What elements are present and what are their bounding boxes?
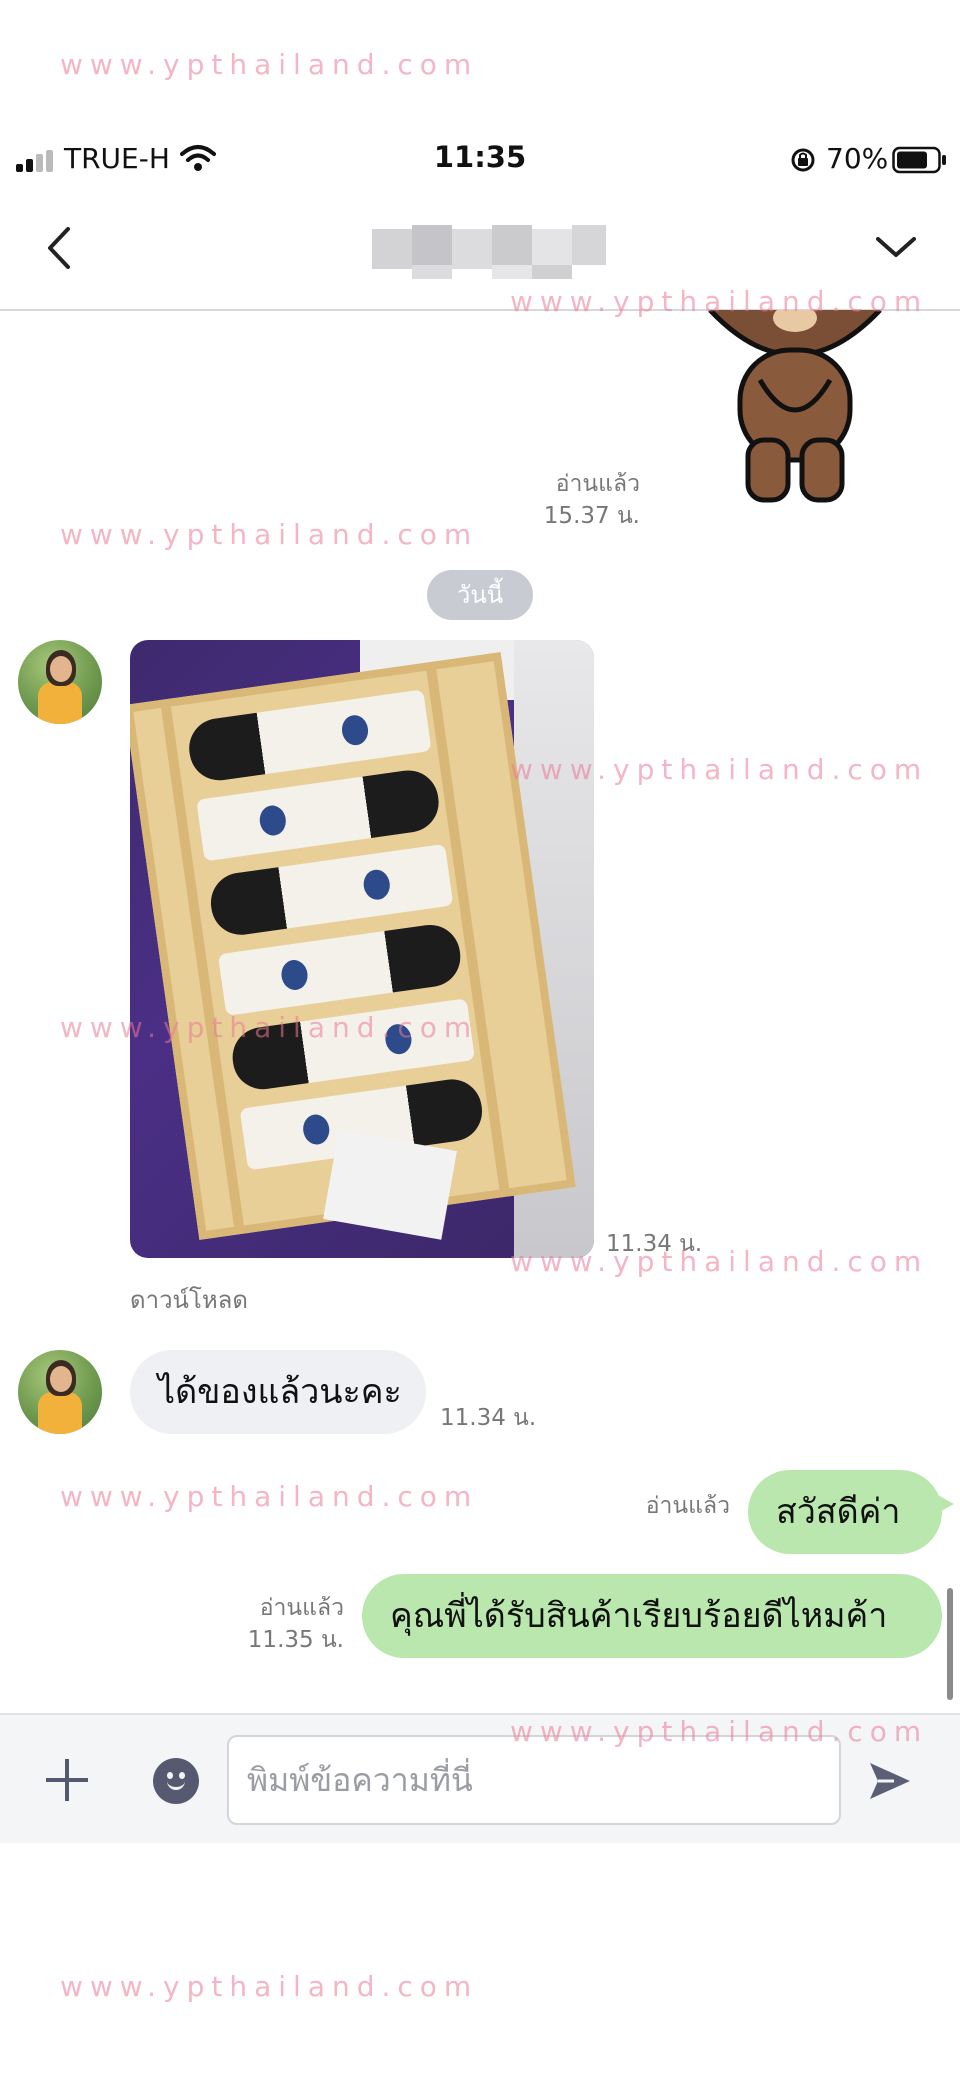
incoming-message-bubble[interactable]: ได้ของแล้วนะคะ [130, 1350, 426, 1434]
scrollbar[interactable] [947, 1588, 953, 1700]
message-input-bar [0, 1713, 960, 1843]
contact-avatar[interactable] [18, 640, 102, 724]
photo-timestamp: 11.34 น. [606, 1231, 703, 1257]
outgoing-timestamp: 11.35 น. [247, 1627, 344, 1653]
chat-name-redacted [372, 221, 606, 279]
status-bar: TRUE-H 11:35 70% [0, 130, 960, 190]
outgoing-read-receipt: อ่านแล้ว [645, 1493, 730, 1519]
sticker-timestamp: 15.37 น. [543, 503, 640, 529]
battery-icon [892, 146, 946, 174]
incoming-timestamp: 11.34 น. [440, 1405, 537, 1431]
read-label: อ่านแล้ว [555, 471, 640, 497]
read-label: อ่านแล้ว [259, 1595, 344, 1621]
outgoing-read-receipt: อ่านแล้ว 11.35 น. [220, 1592, 344, 1656]
message-input[interactable] [227, 1735, 841, 1825]
wine-rack-photo[interactable] [130, 640, 594, 1258]
watermark-7: www.ypthailand.com [60, 1480, 479, 1513]
contact-avatar[interactable] [18, 1350, 102, 1434]
day-separator: วันนี้ [427, 570, 533, 620]
watermark-3: www.ypthailand.com [60, 518, 479, 551]
outgoing-message-bubble[interactable]: สวัสดีค่า [748, 1470, 954, 1554]
rotation-lock-icon [791, 148, 815, 172]
download-link[interactable]: ดาวน์โหลด [130, 1280, 248, 1319]
chevron-down-icon[interactable] [874, 233, 918, 261]
chat-header [0, 205, 960, 311]
emoji-icon[interactable] [153, 1758, 199, 1804]
bear-sticker[interactable] [700, 310, 890, 510]
back-chevron-icon[interactable] [44, 225, 74, 271]
bubble-tail [936, 1494, 954, 1514]
add-attachment-icon[interactable] [46, 1759, 88, 1801]
outgoing-message-text: สวัสดีค่า [776, 1492, 901, 1532]
outgoing-message-bubble[interactable]: คุณพี่ได้รับสินค้าเรียบร้อยดีไหมค้า [362, 1574, 942, 1658]
battery-percentage: 70% [826, 142, 889, 175]
send-icon[interactable] [866, 1757, 914, 1805]
outgoing-message-text: คุณพี่ได้รับสินค้าเรียบร้อยดีไหมค้า [390, 1596, 888, 1636]
sticker-read-receipt: อ่านแล้ว 15.37 น. [520, 468, 640, 532]
watermark-1: www.ypthailand.com [60, 48, 479, 81]
blank-home-area [0, 1845, 960, 2079]
